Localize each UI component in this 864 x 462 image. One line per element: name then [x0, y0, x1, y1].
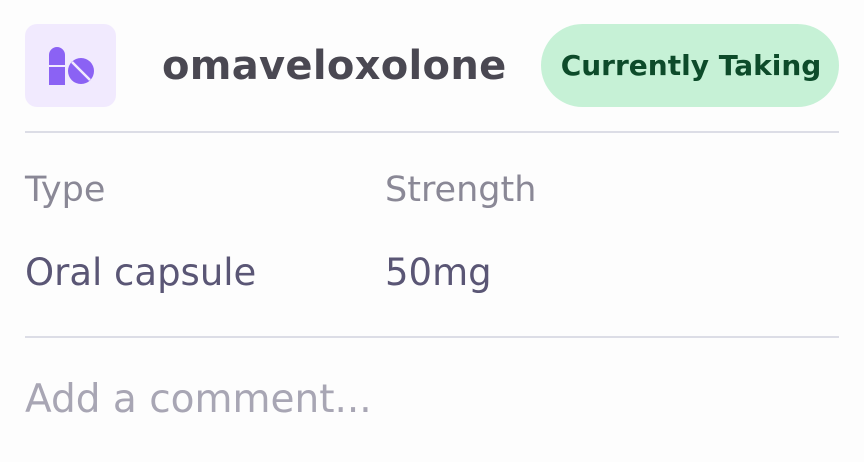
type-value: Oral capsule	[25, 251, 257, 294]
strength-value: 50mg	[385, 251, 492, 294]
medication-header: omaveloxolone Currently Taking	[25, 24, 839, 108]
divider	[25, 336, 839, 338]
type-label: Type	[25, 170, 106, 210]
medication-card: omaveloxolone Currently Taking Type Stre…	[0, 0, 864, 462]
divider	[25, 131, 839, 133]
medication-name: omaveloxolone	[162, 43, 507, 89]
pills-icon	[25, 24, 116, 107]
strength-label: Strength	[385, 170, 537, 210]
status-badge[interactable]: Currently Taking	[541, 24, 839, 107]
comment-input[interactable]: Add a comment...	[25, 376, 372, 424]
